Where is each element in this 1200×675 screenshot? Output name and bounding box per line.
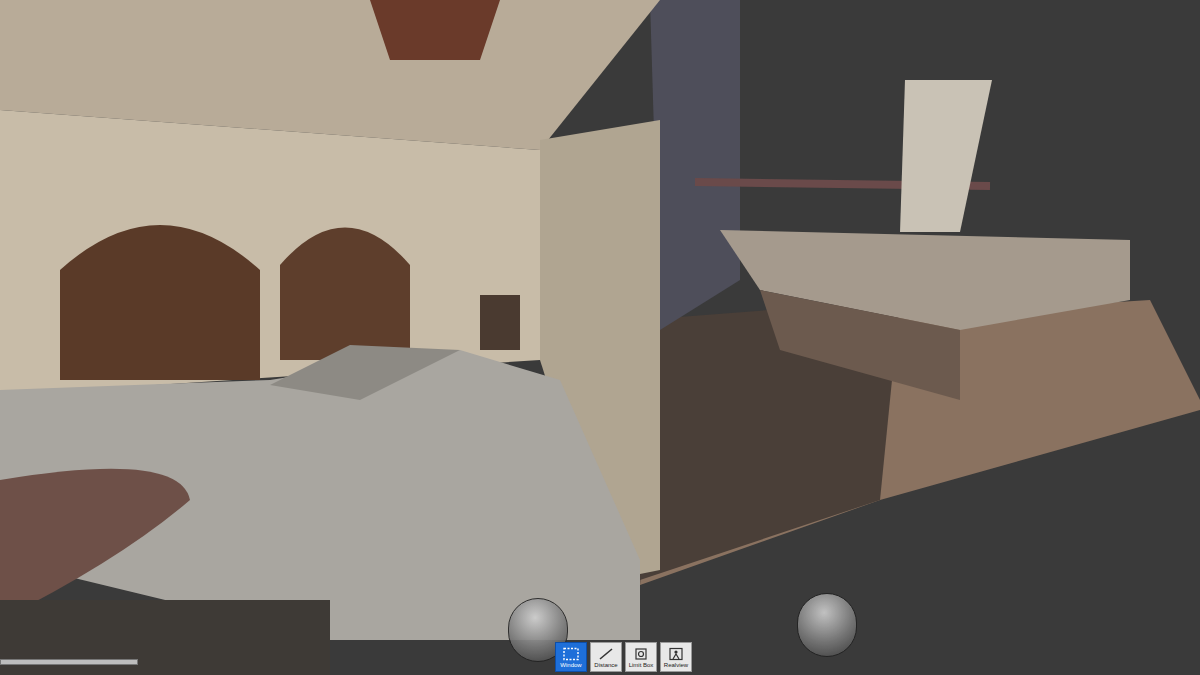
toolbar-button[interactable]: Limit Box bbox=[625, 642, 657, 672]
toolbar-button-label: Distance bbox=[594, 661, 617, 669]
toolbar-button-label: Window bbox=[560, 661, 581, 669]
toolbar-button[interactable]: Realview bbox=[660, 642, 692, 672]
toolbar-button-label: Realview bbox=[664, 661, 688, 669]
point-cloud-viewer: Window Distance Limit Box Realview bbox=[0, 0, 1200, 675]
toolbar-button[interactable]: Distance bbox=[590, 642, 622, 672]
scale-bar bbox=[0, 659, 138, 665]
toolbar-button-label: Limit Box bbox=[629, 661, 654, 669]
window-select-icon bbox=[562, 647, 580, 661]
point-cloud-scene[interactable] bbox=[0, 0, 1200, 675]
look-joystick[interactable] bbox=[797, 593, 857, 657]
toolbar-button[interactable]: Window bbox=[555, 642, 587, 672]
toolbar: Window Distance Limit Box Realview bbox=[555, 642, 692, 672]
limit-box-icon bbox=[632, 647, 650, 661]
realview-icon bbox=[667, 647, 685, 661]
distance-icon bbox=[597, 647, 615, 661]
